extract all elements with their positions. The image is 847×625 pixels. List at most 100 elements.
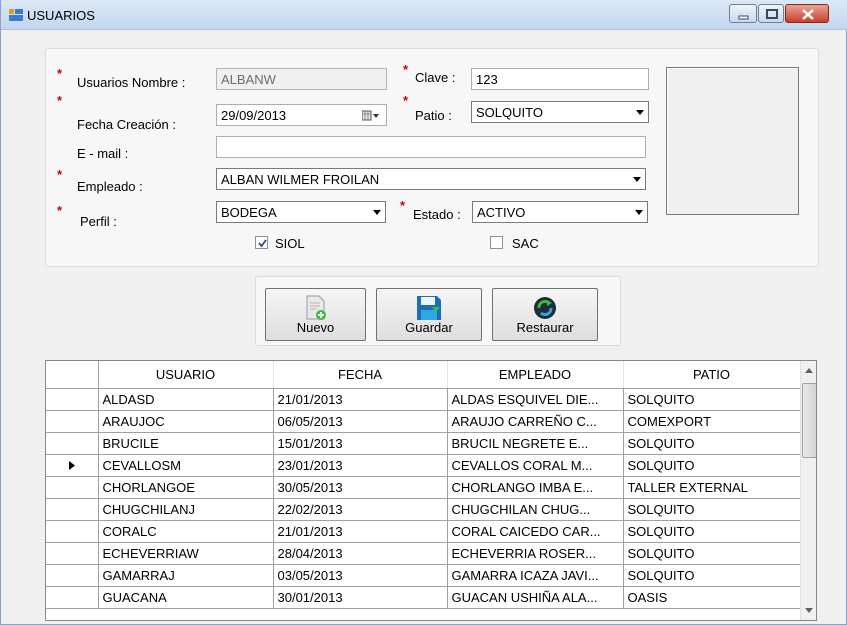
table-row[interactable]: ALDASD 21/01/2013 ALDAS ESQUIVEL DIE... SOL…	[46, 388, 801, 411]
sac-label: SAC	[512, 236, 539, 251]
usuario-field[interactable]: ALBANW	[216, 68, 387, 90]
row-header[interactable]	[46, 476, 99, 499]
guardar-button[interactable]: Guardar	[376, 288, 482, 341]
column-header-usuario[interactable]: USUARIO	[98, 361, 274, 389]
cell-empleado[interactable]: ARAUJO CARREÑO C...	[447, 410, 624, 433]
window-title: USUARIOS	[27, 8, 95, 23]
cell-patio[interactable]: SOLQUITO	[623, 520, 801, 543]
cell-empleado[interactable]: ECHEVERRIA ROSER...	[447, 542, 624, 565]
table-row[interactable]: CHUGCHILANJ 22/02/2013 CHUGCHILAN CHUG... S…	[46, 498, 801, 521]
cell-empleado[interactable]: GAMARRA ICAZA JAVI...	[447, 564, 624, 587]
row-header[interactable]	[46, 542, 99, 565]
cell-patio[interactable]: SOLQUITO	[623, 454, 801, 477]
title-bar: USUARIOS	[1, 0, 847, 30]
cell-fecha[interactable]: 21/01/2013	[273, 520, 448, 543]
cell-usuario[interactable]: GAMARRAJ	[98, 564, 274, 587]
patio-dropdown[interactable]: SOLQUITO	[471, 101, 649, 123]
empleado-label: Empleado :	[77, 179, 143, 194]
required-mark: *	[400, 198, 406, 213]
chevron-down-icon	[373, 210, 381, 215]
calendar-dropdown-icon[interactable]	[362, 110, 380, 121]
row-header[interactable]	[46, 410, 99, 433]
cell-fecha[interactable]: 15/01/2013	[273, 432, 448, 455]
clave-field[interactable]: 123	[471, 68, 649, 90]
cell-empleado[interactable]: ALDAS ESQUIVEL DIE...	[447, 388, 624, 411]
email-field[interactable]	[216, 136, 646, 158]
column-header-empleado[interactable]: EMPLEADO	[447, 361, 624, 389]
cell-patio[interactable]: SOLQUITO	[623, 498, 801, 521]
row-header[interactable]	[46, 498, 99, 521]
cell-fecha[interactable]: 22/02/2013	[273, 498, 448, 521]
scroll-up-icon[interactable]	[805, 368, 813, 373]
fecha-value: 29/09/2013	[221, 108, 287, 123]
row-header[interactable]	[46, 388, 99, 411]
cell-fecha[interactable]: 30/05/2013	[273, 476, 448, 499]
cell-usuario[interactable]: CHUGCHILANJ	[98, 498, 274, 521]
guardar-label: Guardar	[405, 320, 453, 335]
fecha-date-picker[interactable]: 29/09/2013	[216, 104, 387, 126]
cell-empleado[interactable]: CORAL CAICEDO CAR...	[447, 520, 624, 543]
cell-fecha[interactable]: 30/01/2013	[273, 586, 448, 609]
row-header[interactable]	[46, 454, 99, 477]
sac-checkbox[interactable]	[490, 236, 503, 249]
nuevo-button[interactable]: Nuevo	[265, 288, 366, 341]
cell-usuario[interactable]: CORALC	[98, 520, 274, 543]
cell-patio[interactable]: COMEXPORT	[623, 410, 801, 433]
table-row[interactable]: GUACANA 30/01/2013 GUACAN USHIÑA ALA... OAS…	[46, 586, 801, 609]
maximize-button[interactable]	[758, 4, 784, 23]
cell-patio[interactable]: SOLQUITO	[623, 432, 801, 455]
cell-empleado[interactable]: CEVALLOS CORAL M...	[447, 454, 624, 477]
cell-usuario[interactable]: GUACANA	[98, 586, 274, 609]
table-row[interactable]: CORALC 21/01/2013 CORAL CAICEDO CAR... SOLQ…	[46, 520, 801, 543]
table-row[interactable]: CEVALLOSM 23/01/2013 CEVALLOS CORAL M... SO…	[46, 454, 801, 477]
cell-usuario[interactable]: CEVALLOSM	[98, 454, 274, 477]
cell-fecha[interactable]: 06/05/2013	[273, 410, 448, 433]
cell-usuario[interactable]: BRUCILE	[98, 432, 274, 455]
row-header[interactable]	[46, 520, 99, 543]
chevron-down-icon	[633, 177, 641, 182]
row-header[interactable]	[46, 586, 99, 609]
cell-empleado[interactable]: CHORLANGO IMBA E...	[447, 476, 624, 499]
cell-empleado[interactable]: CHUGCHILAN CHUG...	[447, 498, 624, 521]
minimize-button[interactable]	[729, 4, 757, 23]
table-row[interactable]: ECHEVERRIAW 28/04/2013 ECHEVERRIA ROSER...…	[46, 542, 801, 565]
cell-usuario[interactable]: CHORLANGOE	[98, 476, 274, 499]
cell-patio[interactable]: SOLQUITO	[623, 564, 801, 587]
cell-patio[interactable]: TALLER EXTERNAL	[623, 476, 801, 499]
perfil-dropdown[interactable]: BODEGA	[216, 201, 386, 223]
cell-usuario[interactable]: ALDASD	[98, 388, 274, 411]
siol-checkbox[interactable]	[255, 236, 268, 249]
column-header-patio[interactable]: PATIO	[623, 361, 801, 389]
cell-fecha[interactable]: 21/01/2013	[273, 388, 448, 411]
cell-fecha[interactable]: 03/05/2013	[273, 564, 448, 587]
row-header[interactable]	[46, 432, 99, 455]
clave-label: Clave :	[415, 70, 456, 85]
cell-patio[interactable]: SOLQUITO	[623, 542, 801, 565]
row-header[interactable]	[46, 564, 99, 587]
cell-usuario[interactable]: ECHEVERRIAW	[98, 542, 274, 565]
usuario-label: Usuarios Nombre :	[77, 75, 186, 90]
cell-empleado[interactable]: GUACAN USHIÑA ALA...	[447, 586, 624, 609]
cell-patio[interactable]: SOLQUITO	[623, 388, 801, 411]
vertical-scrollbar[interactable]	[800, 361, 816, 620]
column-header-fecha[interactable]: FECHA	[273, 361, 448, 389]
cell-fecha[interactable]: 23/01/2013	[273, 454, 448, 477]
restaurar-button[interactable]: Restaurar	[492, 288, 598, 341]
table-row[interactable]: ARAUJOC 06/05/2013 ARAUJO CARREÑO C... COME…	[46, 410, 801, 433]
required-mark: *	[57, 167, 63, 182]
restaurar-label: Restaurar	[516, 320, 574, 335]
table-header-row: USUARIO FECHA EMPLEADO PATIO	[46, 361, 801, 389]
cell-empleado[interactable]: BRUCIL NEGRETE E...	[447, 432, 624, 455]
cell-usuario[interactable]: ARAUJOC	[98, 410, 274, 433]
table-row[interactable]: BRUCILE 15/01/2013 BRUCIL NEGRETE E... SOLQ…	[46, 432, 801, 455]
scroll-thumb[interactable]	[802, 383, 816, 458]
table-row[interactable]: GAMARRAJ 03/05/2013 GAMARRA ICAZA JAVI... S…	[46, 564, 801, 587]
cell-patio[interactable]: OASIS	[623, 586, 801, 609]
perfil-label: Perfil :	[80, 214, 117, 229]
cell-fecha[interactable]: 28/04/2013	[273, 542, 448, 565]
empleado-dropdown[interactable]: ALBAN WILMER FROILAN	[216, 168, 646, 190]
table-row[interactable]: CHORLANGOE 30/05/2013 CHORLANGO IMBA E... T…	[46, 476, 801, 499]
estado-dropdown[interactable]: ACTIVO	[472, 201, 648, 223]
scroll-down-icon[interactable]	[805, 608, 813, 613]
close-button[interactable]	[785, 4, 829, 23]
